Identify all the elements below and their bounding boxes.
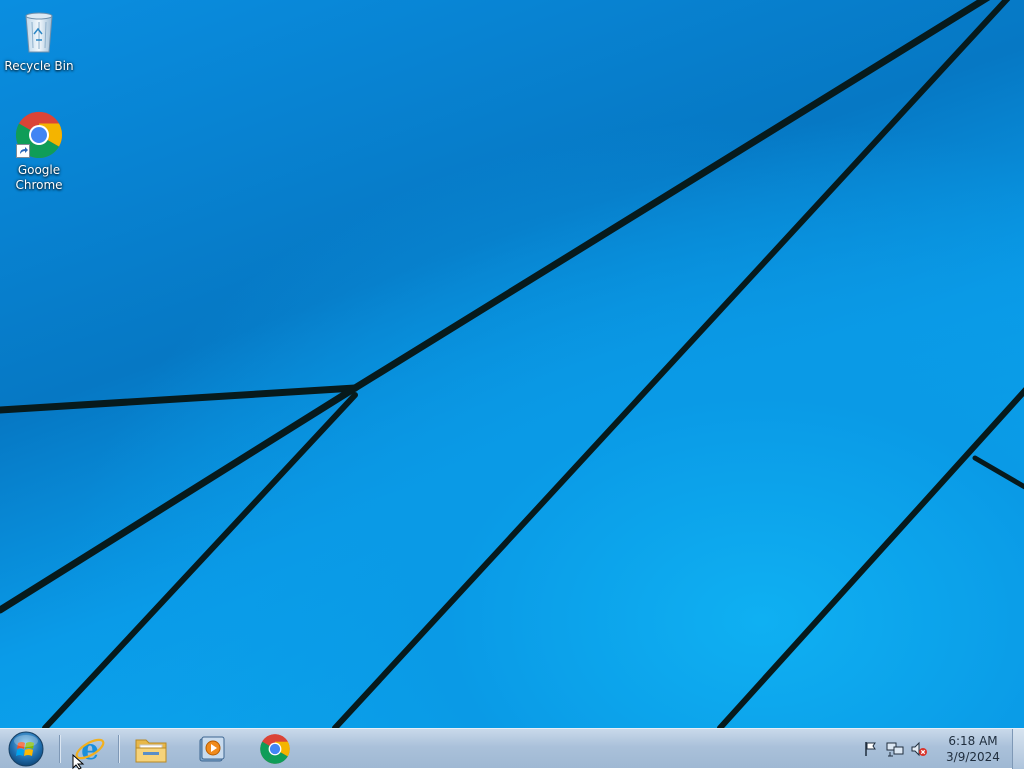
taskbar-separator (59, 735, 60, 763)
folder-icon (135, 739, 167, 763)
desktop[interactable]: Recycle Bin Google Chrome (0, 0, 1024, 728)
volume-muted-icon[interactable] (910, 740, 928, 758)
action-center-flag-icon[interactable] (862, 740, 880, 758)
recycle-bin-shortcut[interactable]: Recycle Bin (1, 6, 77, 74)
taskbar: e 6:18 AM 3/9/2024 (0, 728, 1024, 769)
chrome-label-line2: Chrome (15, 178, 63, 192)
pinned-media-player[interactable] (185, 731, 239, 767)
taskbar-separator (118, 735, 119, 763)
network-icon[interactable] (886, 740, 904, 758)
show-desktop-button[interactable] (1012, 729, 1024, 769)
pinned-google-chrome[interactable] (248, 731, 302, 767)
chrome-label-line1: Google (17, 163, 61, 177)
google-chrome-shortcut[interactable]: Google Chrome (1, 110, 77, 193)
shortcut-arrow-icon (16, 144, 30, 158)
clock-time: 6:18 AM (948, 734, 998, 748)
recycle-bin-icon (14, 6, 64, 56)
system-tray (862, 735, 928, 763)
windows-start-orb-icon (8, 731, 44, 767)
start-button[interactable] (6, 731, 46, 767)
taskbar-clock[interactable]: 6:18 AM 3/9/2024 (938, 733, 1008, 765)
recycle-bin-label: Recycle Bin (4, 59, 74, 73)
chrome-icon (14, 110, 64, 160)
clock-date: 3/9/2024 (946, 750, 1000, 764)
wallpaper (0, 0, 1024, 728)
chrome-icon (260, 734, 290, 764)
media-player-icon (199, 736, 225, 762)
pinned-file-explorer[interactable] (124, 731, 178, 767)
